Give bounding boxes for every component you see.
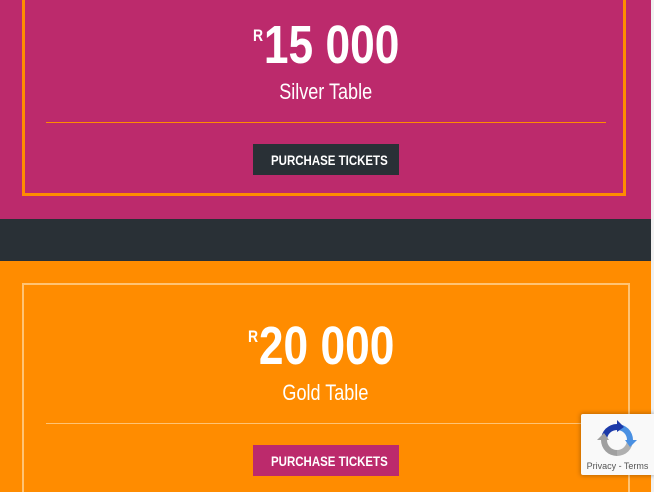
silver-table-section: R15 000 Silver Table PURCHASE TICKETS <box>0 0 651 219</box>
recaptcha-logo-icon <box>597 420 637 456</box>
gold-table-section: R20 000 Gold Table PURCHASE TICKETS <box>0 261 651 492</box>
section-separator-band <box>0 219 651 261</box>
silver-purchase-tickets-label: PURCHASE TICKETS <box>271 151 388 168</box>
gold-purchase-tickets-label: PURCHASE TICKETS <box>271 452 388 469</box>
gold-purchase-tickets-button[interactable]: PURCHASE TICKETS <box>253 445 399 476</box>
recaptcha-badge[interactable]: Privacy - Terms <box>581 414 654 475</box>
pricing-page: R15 000 Silver Table PURCHASE TICKETS R2… <box>0 0 654 492</box>
silver-divider <box>46 122 606 123</box>
silver-table-name: Silver Table <box>0 79 651 105</box>
silver-table-name-text: Silver Table <box>279 79 372 104</box>
gold-table-name-text: Gold Table <box>282 380 369 405</box>
recaptcha-terms[interactable]: Privacy - Terms <box>581 461 654 471</box>
gold-price: R20 000 <box>248 319 394 373</box>
gold-price-amount: 20 000 <box>258 316 395 376</box>
silver-price: R15 000 <box>253 18 399 72</box>
silver-price-amount: 15 000 <box>263 15 400 75</box>
silver-purchase-tickets-button[interactable]: PURCHASE TICKETS <box>253 144 399 175</box>
gold-divider <box>46 423 606 424</box>
gold-table-name: Gold Table <box>0 380 651 406</box>
gold-price-currency: R <box>248 327 259 346</box>
silver-price-currency: R <box>253 26 264 45</box>
